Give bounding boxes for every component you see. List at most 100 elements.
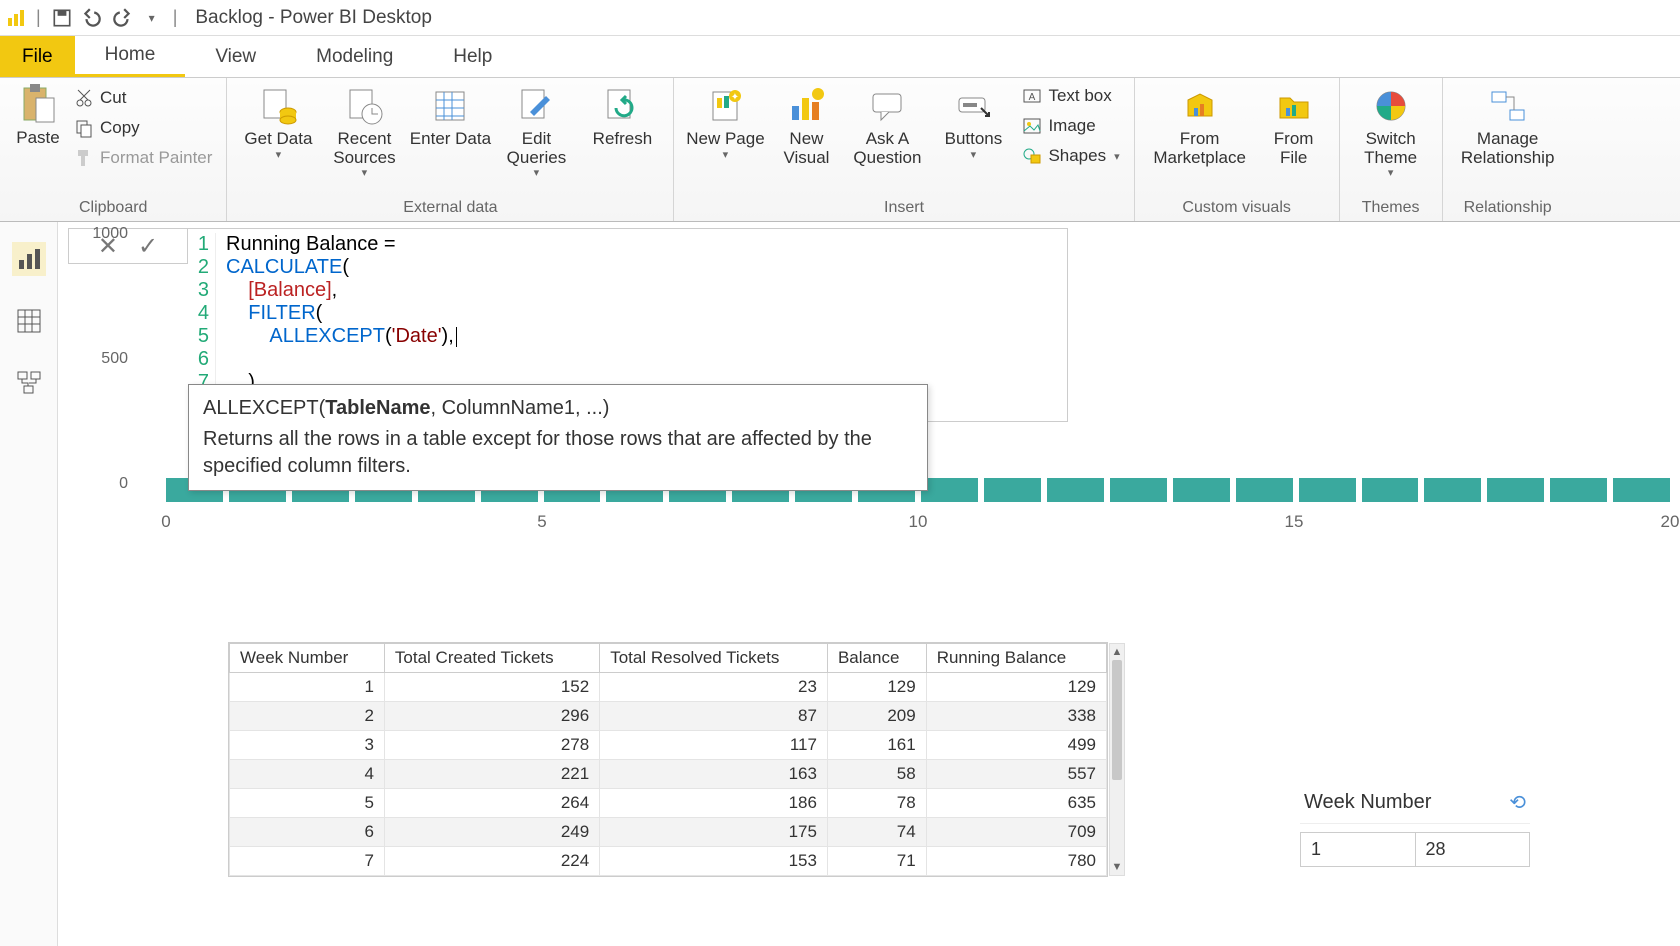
table-cell: 499 (926, 731, 1106, 760)
table-header[interactable]: Running Balance (926, 644, 1106, 673)
shapes-button[interactable]: Shapes▾ (1018, 144, 1123, 168)
manage-relationships-button[interactable]: Manage Relationship (1453, 82, 1563, 167)
ask-question-button[interactable]: Ask A Question (846, 82, 928, 167)
table-cell: 5 (230, 789, 385, 818)
from-marketplace-button[interactable]: From Marketplace (1145, 82, 1255, 167)
textbox-button[interactable]: AText box (1018, 84, 1123, 108)
undo-icon[interactable] (81, 7, 103, 29)
table-row[interactable]: 3278117161499 (230, 731, 1107, 760)
table-row[interactable]: 526418678635 (230, 789, 1107, 818)
table-row[interactable]: 624917574709 (230, 818, 1107, 847)
tab-help[interactable]: Help (423, 36, 522, 77)
format-painter-button[interactable]: Format Painter (70, 146, 216, 170)
table-cell: 780 (926, 847, 1106, 876)
table-body: 1152231291292296872093383278117161499422… (230, 673, 1107, 876)
table-header[interactable]: Total Created Tickets (384, 644, 599, 673)
table-row[interactable]: 422116358557 (230, 760, 1107, 789)
report-canvas: ✕ ✓ 1Running Balance =2CALCULATE(3 [Bala… (58, 222, 1680, 946)
table-cell: 4 (230, 760, 385, 789)
tab-modeling[interactable]: Modeling (286, 36, 423, 77)
window-title: Backlog - Power BI Desktop (195, 7, 432, 29)
table-cell: 152 (384, 673, 599, 702)
from-file-button[interactable]: From File (1259, 82, 1329, 167)
table-header[interactable]: Total Resolved Tickets (600, 644, 828, 673)
tab-home[interactable]: Home (75, 36, 186, 77)
get-data-button[interactable]: Get Data▾ (237, 82, 319, 161)
intellisense-description: Returns all the rows in a table except f… (203, 426, 913, 480)
table-header[interactable]: Balance (827, 644, 926, 673)
table-cell: 6 (230, 818, 385, 847)
table-cell: 264 (384, 789, 599, 818)
table-cell: 296 (384, 702, 599, 731)
intellisense-tooltip: ALLEXCEPT(TableName, ColumnName1, ...) R… (188, 384, 928, 491)
qat-dropdown-icon[interactable]: ▾ (141, 7, 163, 29)
paste-label: Paste (16, 128, 59, 148)
slicer-visual[interactable]: Week Number ⟲ 1 28 (1300, 782, 1530, 867)
group-label-themes: Themes (1350, 197, 1432, 221)
slicer-to-input[interactable]: 28 (1416, 833, 1530, 866)
view-rail (0, 222, 58, 946)
redo-icon[interactable] (111, 7, 133, 29)
table-cell: 58 (827, 760, 926, 789)
buttons-button[interactable]: Buttons▾ (932, 82, 1014, 161)
table-cell: 78 (827, 789, 926, 818)
table-cell: 249 (384, 818, 599, 847)
table-cell: 23 (600, 673, 828, 702)
tab-file[interactable]: File (0, 36, 75, 77)
save-icon[interactable] (51, 7, 73, 29)
table-cell: 635 (926, 789, 1106, 818)
edit-queries-button[interactable]: Edit Queries▾ (495, 82, 577, 179)
image-button[interactable]: Image (1018, 114, 1123, 138)
table-visual[interactable]: Week NumberTotal Created TicketsTotal Re… (228, 642, 1108, 877)
svg-text:A: A (1029, 92, 1036, 103)
table-header[interactable]: Week Number (230, 644, 385, 673)
recent-sources-button[interactable]: Recent Sources▾ (323, 82, 405, 179)
new-visual-button[interactable]: New Visual (770, 82, 842, 167)
qat-separator: | (36, 7, 41, 28)
new-page-button[interactable]: ✦New Page▾ (684, 82, 766, 161)
table-cell: 2 (230, 702, 385, 731)
refresh-button[interactable]: Refresh (581, 82, 663, 149)
slicer-header: Week Number ⟲ (1300, 782, 1530, 824)
group-themes: Switch Theme▾ Themes (1340, 78, 1443, 221)
scroll-thumb[interactable] (1112, 660, 1122, 780)
slicer-clear-icon[interactable]: ⟲ (1509, 790, 1526, 815)
table-cell: 74 (827, 818, 926, 847)
svg-text:✦: ✦ (731, 92, 739, 103)
table-cell: 117 (600, 731, 828, 760)
table-header-row: Week NumberTotal Created TicketsTotal Re… (230, 644, 1107, 673)
table-cell: 71 (827, 847, 926, 876)
report-view-icon[interactable] (12, 242, 46, 276)
app-logo-icon (6, 8, 26, 28)
model-view-icon[interactable] (12, 366, 46, 400)
copy-button[interactable]: Copy (70, 116, 216, 140)
group-label-rel: Relationship (1453, 197, 1563, 221)
table-row[interactable]: 722415371780 (230, 847, 1107, 876)
group-label-custom: Custom visuals (1145, 197, 1329, 221)
title-bar: | ▾ | Backlog - Power BI Desktop (0, 0, 1680, 36)
qat-separator-2: | (173, 7, 178, 28)
paste-button[interactable]: Paste (10, 82, 66, 148)
group-label-clipboard: Clipboard (10, 197, 216, 221)
table-row[interactable]: 229687209338 (230, 702, 1107, 731)
table-cell: 87 (600, 702, 828, 731)
scroll-up-icon[interactable]: ▲ (1110, 644, 1124, 660)
cut-button[interactable]: Cut (70, 86, 216, 110)
slicer-from-input[interactable]: 1 (1301, 833, 1416, 866)
data-view-icon[interactable] (12, 304, 46, 338)
table-cell: 709 (926, 818, 1106, 847)
chart-y-axis: 05001000 (86, 252, 136, 502)
table-row[interactable]: 115223129129 (230, 673, 1107, 702)
table-cell: 3 (230, 731, 385, 760)
table-cell: 153 (600, 847, 828, 876)
data-table: Week NumberTotal Created TicketsTotal Re… (229, 643, 1107, 876)
table-cell: 338 (926, 702, 1106, 731)
switch-theme-button[interactable]: Switch Theme▾ (1350, 82, 1432, 179)
slicer-range: 1 28 (1300, 832, 1530, 867)
table-cell: 175 (600, 818, 828, 847)
enter-data-button[interactable]: Enter Data (409, 82, 491, 149)
tab-view[interactable]: View (185, 36, 286, 77)
scroll-down-icon[interactable]: ▼ (1110, 859, 1124, 875)
table-scrollbar[interactable]: ▲ ▼ (1109, 643, 1125, 876)
table-cell: 278 (384, 731, 599, 760)
